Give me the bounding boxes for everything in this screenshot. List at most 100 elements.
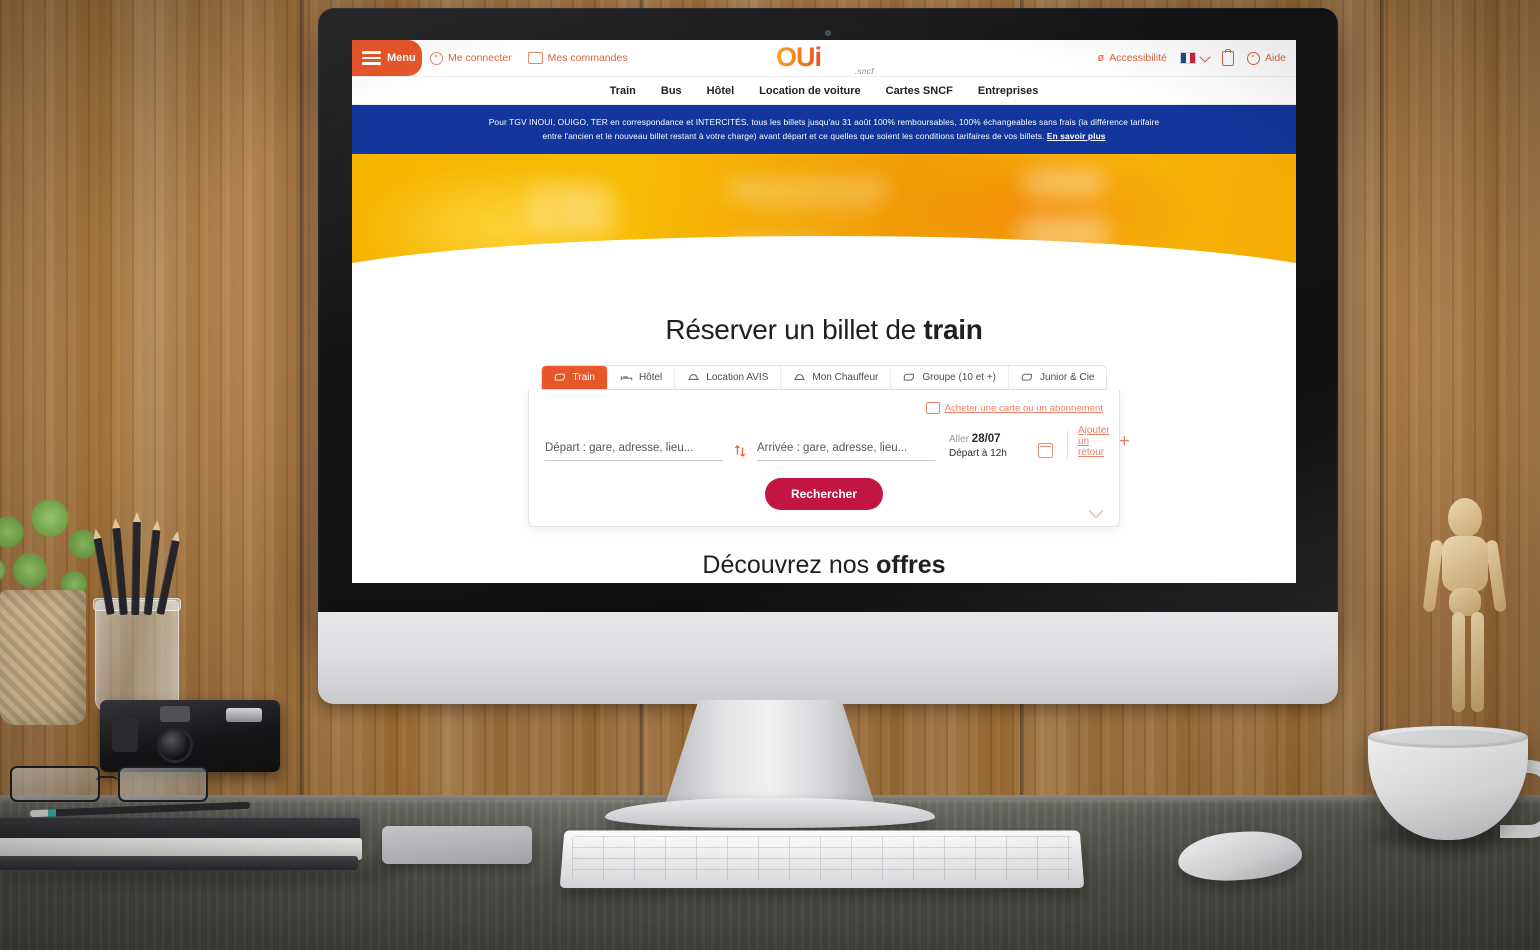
- search-button[interactable]: Rechercher: [764, 478, 884, 510]
- accessibility-link[interactable]: ø Accessibilité: [1097, 52, 1167, 64]
- account-circle-icon: [430, 51, 443, 65]
- nav-item-bus[interactable]: Bus: [661, 85, 682, 97]
- nav-item-entreprises[interactable]: Entreprises: [978, 85, 1039, 97]
- arrival-input[interactable]: Arrivée : gare, adresse, lieu...: [757, 438, 935, 461]
- tab-mon-chauffeur-label: Mon Chauffeur: [812, 372, 879, 383]
- outbound-label: Aller: [949, 434, 970, 445]
- keyboard-keys: [572, 836, 1072, 880]
- banner-learn-more-link[interactable]: En savoir plus: [1047, 131, 1106, 141]
- pencil-bundle: [91, 511, 186, 616]
- tab-hotel[interactable]: Hôtel: [608, 366, 676, 389]
- bed-icon: [620, 376, 633, 381]
- oui-sncf-webpage: Menu Me connecter Mes commandes OUi .snc…: [352, 40, 1296, 583]
- eyeglasses: [10, 766, 220, 802]
- banner-line-2-text: entre l'ancien et le nouveau billet rest…: [542, 131, 1045, 141]
- clipboard-button[interactable]: [1221, 48, 1234, 66]
- train-icon: [554, 373, 565, 381]
- oui-sncf-logo[interactable]: OUi .sncf: [776, 42, 873, 76]
- monitor-chin: [318, 612, 1338, 704]
- card-top-row: Acheter une carte ou un abonnement: [545, 402, 1103, 414]
- desk-photo-scene: Menu Me connecter Mes commandes OUi .snc…: [0, 0, 1540, 950]
- train-icon: [1021, 373, 1032, 381]
- page-title: Réserver un billet de train: [352, 314, 1296, 346]
- add-return-link[interactable]: Ajouter un retour: [1078, 425, 1110, 458]
- nav-item-train[interactable]: Train: [610, 85, 636, 97]
- mannequin-left-leg: [1452, 612, 1465, 712]
- departure-input[interactable]: Départ : gare, adresse, lieu...: [545, 438, 723, 461]
- french-flag-icon: [1179, 52, 1196, 64]
- tab-location-avis[interactable]: Location AVIS: [675, 366, 782, 389]
- webcam-icon: [825, 30, 831, 36]
- mannequin-right-leg: [1471, 612, 1484, 712]
- header-left-links: Me connecter Mes commandes: [430, 40, 628, 76]
- mannequin-head: [1448, 498, 1482, 538]
- page-title-bold: train: [923, 314, 983, 345]
- menu-button[interactable]: Menu: [352, 40, 422, 76]
- hero-blur-shape: [727, 182, 887, 198]
- help-link[interactable]: Aide: [1246, 51, 1286, 65]
- header-right-links: ø Accessibilité Aide: [1097, 40, 1286, 76]
- outbound-date: 28/07: [971, 433, 1001, 445]
- monitor-stand-neck: [665, 700, 875, 805]
- booking-section: Réserver un billet de train: [352, 314, 1296, 346]
- monitor-stand-base: [605, 798, 935, 828]
- banner-line-1: Pour TGV INOUI, OUIGO, TER en correspond…: [488, 117, 1160, 127]
- camera-lens: [160, 730, 190, 760]
- plus-icon: +: [1118, 431, 1130, 452]
- offers-title: Découvrez nos offres: [352, 551, 1296, 580]
- login-label: Me connecter: [448, 52, 512, 64]
- banner-line-2: entre l'ancien et le nouveau billet rest…: [352, 129, 1296, 143]
- nav-item-cartes-sncf[interactable]: Cartes SNCF: [886, 85, 953, 97]
- tab-junior-cie[interactable]: Junior & Cie: [1009, 366, 1106, 389]
- buy-card-link[interactable]: Acheter une carte ou un abonnement: [925, 402, 1103, 414]
- outbound-date-row: Aller 28/07: [949, 432, 1033, 447]
- swap-stations-button[interactable]: [723, 444, 757, 461]
- accessibility-icon: ø: [1097, 52, 1105, 64]
- book-stack-bottom: [0, 856, 358, 870]
- swap-arrows-icon: [734, 445, 746, 457]
- tab-hotel-label: Hôtel: [638, 372, 663, 383]
- monitor-screen: Menu Me connecter Mes commandes OUi .snc…: [352, 40, 1296, 583]
- menu-label: Menu: [387, 52, 416, 64]
- car-icon: [794, 374, 806, 380]
- calendar-button[interactable]: [1033, 443, 1057, 461]
- tab-train-label: Train: [572, 372, 595, 383]
- departure-time: Départ à 12h: [949, 448, 1007, 459]
- orders-label: Mes commandes: [547, 52, 628, 64]
- buy-card-label: Acheter une carte ou un abonnement: [944, 402, 1103, 414]
- tab-junior-cie-label: Junior & Cie: [1040, 372, 1095, 383]
- tab-train[interactable]: Train: [541, 366, 608, 389]
- car-icon: [688, 374, 699, 380]
- loyalty-card-icon: [925, 402, 940, 414]
- accessibility-label: Accessibilité: [1109, 52, 1167, 64]
- nav-item-location-voiture[interactable]: Location de voiture: [759, 85, 860, 97]
- offers-section: Découvrez nos offres: [352, 551, 1296, 580]
- hero-blur-shape: [1024, 170, 1106, 196]
- hero-blur-shape: [564, 184, 612, 234]
- date-selector[interactable]: Aller 28/07 Départ à 12h: [935, 432, 1033, 461]
- wicker-basket-pot: [0, 590, 86, 725]
- site-header: Menu Me connecter Mes commandes OUi .snc…: [352, 40, 1296, 77]
- calendar-icon: [1037, 443, 1053, 458]
- hero-banner: [352, 154, 1296, 286]
- tab-groupe-label: Groupe (10 et +): [922, 372, 997, 383]
- orders-link[interactable]: Mes commandes: [527, 52, 628, 64]
- arrival-placeholder: Arrivée : gare, adresse, lieu...: [757, 442, 908, 454]
- language-selector[interactable]: [1179, 50, 1211, 64]
- mannequin-torso: [1442, 536, 1488, 592]
- tab-groupe[interactable]: Groupe (10 et +): [891, 366, 1010, 389]
- main-navigation: Train Bus Hôtel Location de voiture Cart…: [352, 77, 1296, 105]
- ticket-icon: [527, 52, 543, 64]
- search-card: Acheter une carte ou un abonnement Dépar…: [528, 390, 1130, 527]
- tab-mon-chauffeur[interactable]: Mon Chauffeur: [781, 366, 892, 389]
- camera-viewfinder: [160, 706, 190, 722]
- nav-item-hotel[interactable]: Hôtel: [707, 85, 735, 97]
- info-banner: Pour TGV INOUI, OUIGO, TER en correspond…: [352, 105, 1296, 154]
- clipboard-icon: [1221, 48, 1234, 66]
- vertical-divider: [1067, 431, 1068, 459]
- hamburger-icon: [362, 51, 381, 65]
- add-return-control[interactable]: Ajouter un retour +: [1078, 425, 1130, 461]
- hero-blur-shape: [752, 206, 872, 214]
- login-link[interactable]: Me connecter: [430, 51, 512, 65]
- train-icon: [904, 373, 915, 381]
